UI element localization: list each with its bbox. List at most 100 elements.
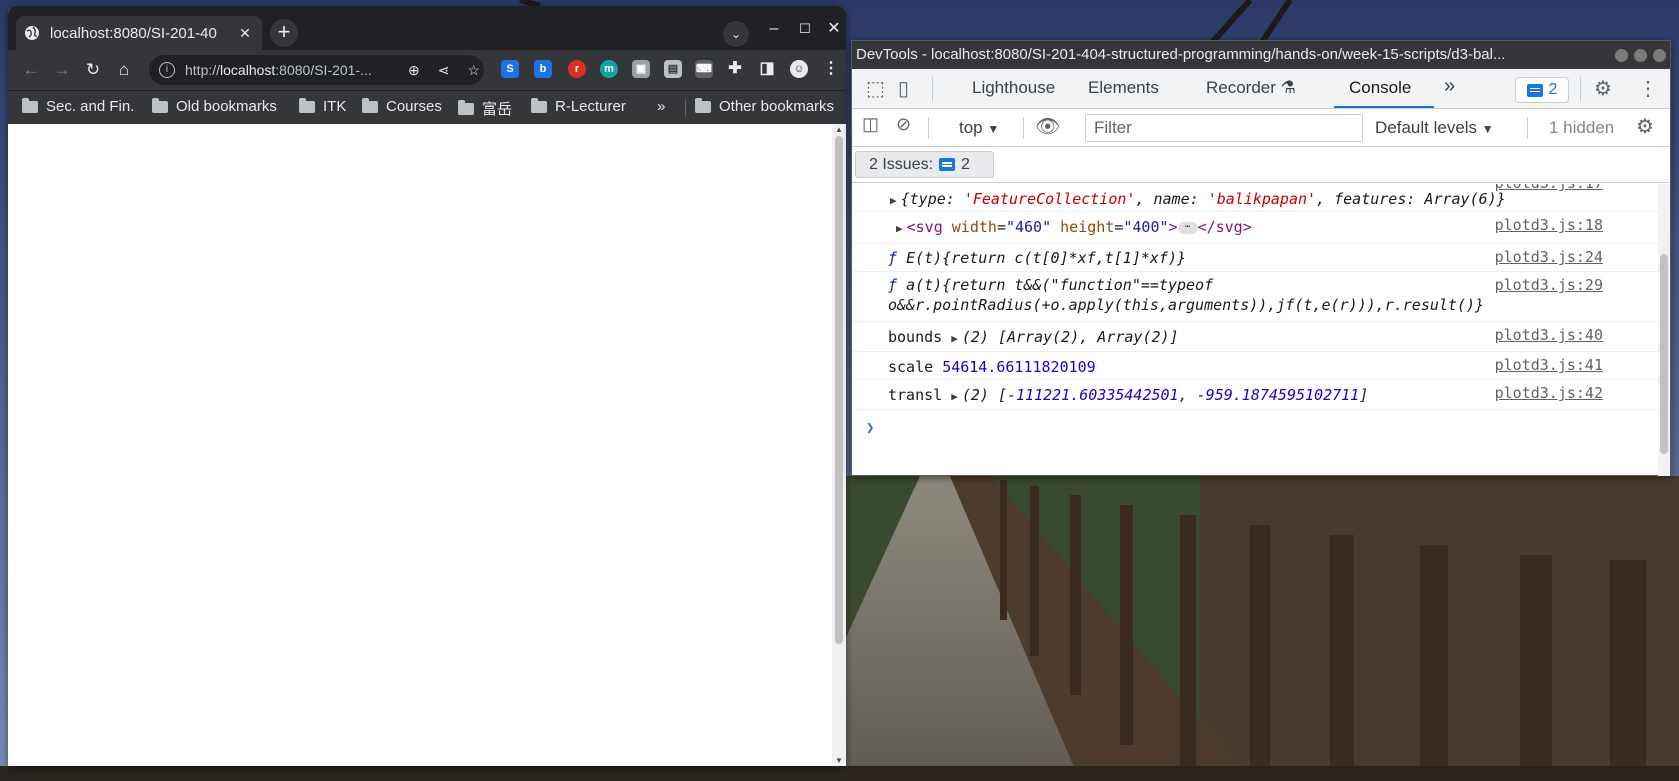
bookmarks-bar: Sec. and Fin. Old bookmarks ITK Courses …: [8, 90, 846, 124]
forward-icon[interactable]: →: [49, 57, 75, 83]
console-message: scale 54614.66111820109 plotd3.js:41: [852, 352, 1660, 380]
extension-m-icon[interactable]: m: [600, 60, 618, 78]
log-function-continued: o&&r.pointRadius(+o.apply(this,arguments…: [888, 296, 1485, 314]
extensions-puzzle-icon[interactable]: ✚: [726, 60, 744, 78]
home-icon[interactable]: ⌂: [111, 57, 137, 83]
tab-console[interactable]: Console: [1349, 78, 1411, 98]
live-expression-eye-icon[interactable]: 👁: [1035, 114, 1060, 139]
extension-doc-icon[interactable]: ▤: [664, 60, 682, 78]
message-icon: [1526, 83, 1543, 97]
show-sidebar-icon[interactable]: ◫: [862, 114, 879, 135]
console-toolbar: ◫ ⊘ top ▼ 👁 Filter Default levels ▼ 1 hi…: [852, 109, 1670, 147]
close-window-icon[interactable]: ✕: [821, 16, 846, 42]
customize-kebab-icon[interactable]: ⋮: [1638, 76, 1658, 101]
flask-icon: ⚗: [1280, 78, 1296, 97]
expand-triangle-icon[interactable]: ▶: [890, 194, 897, 207]
hidden-count: 1 hidden: [1549, 118, 1615, 137]
site-info-icon[interactable]: i: [159, 62, 175, 78]
scrollbar-thumb[interactable]: [835, 136, 843, 644]
settings-gear-icon[interactable]: ⚙: [1594, 76, 1612, 101]
bookmarks-overflow-button[interactable]: »: [657, 98, 665, 115]
log-function[interactable]: ƒ E(t){return c(t[0]*xf,t[1]*xf)}: [888, 249, 1186, 267]
bookmark-star-icon[interactable]: ☆: [467, 62, 480, 79]
minimize-icon[interactable]: –: [761, 16, 787, 42]
bookmark-folder[interactable]: Old bookmarks: [152, 97, 277, 115]
console-settings-gear-icon[interactable]: ⚙: [1636, 114, 1654, 139]
console-message: ƒ E(t){return c(t[0]*xf,t[1]*xf)} plotd3…: [852, 244, 1660, 272]
filter-input[interactable]: Filter: [1085, 114, 1363, 142]
expand-triangle-icon[interactable]: ▶: [951, 332, 958, 345]
page-content: ▲ ▼: [8, 124, 846, 766]
log-element[interactable]: ▶ <svg width="460" height="400"> ⋯ </svg>: [896, 218, 1252, 236]
tab-search-icon[interactable]: ⌄: [723, 21, 749, 47]
log-bounds[interactable]: bounds ▶ (2) [Array(2), Array(2)]: [888, 328, 1179, 346]
page-scrollbar[interactable]: ▲ ▼: [832, 124, 846, 766]
inspect-element-icon[interactable]: ⬚: [866, 76, 885, 101]
close-tab-icon[interactable]: ✕: [236, 25, 254, 42]
share-icon[interactable]: ⋖: [438, 62, 450, 79]
more-tabs-button[interactable]: »: [1444, 75, 1455, 98]
folder-icon: [362, 97, 378, 113]
maximize-icon[interactable]: ☐: [792, 16, 818, 42]
scroll-down-arrow[interactable]: ▼: [834, 756, 844, 765]
scroll-up-arrow[interactable]: ▲: [834, 125, 844, 134]
log-levels-dropdown[interactable]: Default levels ▼: [1375, 118, 1494, 138]
context-selector[interactable]: top ▼: [959, 118, 999, 138]
menu-kebab-icon[interactable]: ⋮: [822, 60, 840, 78]
extension-image-icon[interactable]: ▣: [632, 60, 650, 78]
dropdown-arrow-icon: ▼: [987, 122, 1000, 136]
tab-recorder[interactable]: Recorder ⚗: [1206, 78, 1296, 98]
reload-icon[interactable]: ↻: [80, 57, 106, 83]
console-prompt-icon[interactable]: ❯: [866, 420, 874, 436]
extension-b-icon[interactable]: b: [534, 60, 552, 78]
log-transl[interactable]: transl ▶ (2) [-111221.60335442501, -959.1…: [888, 386, 1368, 404]
address-bar[interactable]: i http://localhost:8080/SI-201-... ⊕ ⋖ ☆: [149, 55, 484, 85]
console-message: bounds ▶ (2) [Array(2), Array(2)] plotd3.…: [852, 322, 1660, 352]
dropdown-arrow-icon: ▼: [1481, 122, 1494, 136]
other-bookmarks-folder[interactable]: Other bookmarks: [695, 97, 834, 115]
bookmark-folder[interactable]: R-Lecturer: [531, 97, 626, 115]
source-link[interactable]: plotd3.js:40: [1495, 326, 1603, 344]
tab-elements[interactable]: Elements: [1088, 78, 1159, 98]
issues-bar: 2 Issues: 2: [852, 147, 1670, 183]
profile-avatar[interactable]: ☺: [790, 60, 808, 78]
source-link[interactable]: plotd3.js:29: [1495, 276, 1603, 294]
source-link[interactable]: plotd3.js:42: [1495, 384, 1603, 402]
expand-triangle-icon[interactable]: ▶: [896, 222, 903, 235]
zoom-icon[interactable]: ⊕: [408, 62, 420, 79]
tab-title: localhost:8080/SI-201-40: [50, 24, 217, 42]
extension-red-icon[interactable]: r: [568, 60, 586, 78]
browser-tab[interactable]: localhost:8080/SI-201-40 ✕: [16, 16, 262, 50]
console-scrollbar[interactable]: [1658, 184, 1670, 476]
expand-triangle-icon[interactable]: ▶: [951, 390, 958, 403]
log-function[interactable]: ƒ a(t){return t&&("function"==typeof: [888, 276, 1213, 294]
toolbar-divider: [1023, 117, 1024, 139]
bookmark-folder[interactable]: Sec. and Fin.: [22, 97, 134, 115]
scrollbar-thumb[interactable]: [1660, 254, 1668, 454]
log-scale: scale 54614.66111820109: [888, 358, 1096, 376]
toolbar-divider: [932, 77, 933, 101]
side-panel-icon[interactable]: ◨: [758, 60, 776, 78]
extension-keyboard-icon[interactable]: ⌨: [695, 60, 713, 78]
ellipsis-icon[interactable]: ⋯: [1177, 221, 1198, 234]
bookmark-folder[interactable]: 富岳: [458, 98, 512, 119]
minimize-icon[interactable]: [1615, 49, 1628, 62]
maximize-icon[interactable]: [1634, 49, 1647, 62]
device-toolbar-icon[interactable]: ▯: [898, 76, 909, 101]
source-link[interactable]: plotd3.js:17: [1495, 184, 1603, 192]
log-object[interactable]: ▶ {type: 'FeatureCollection', name: 'bali…: [890, 190, 1506, 208]
source-link[interactable]: plotd3.js:18: [1495, 216, 1603, 234]
devtools-title: DevTools - localhost:8080/SI-201-404-str…: [856, 46, 1506, 63]
source-link[interactable]: plotd3.js:41: [1495, 356, 1603, 374]
extension-s-icon[interactable]: S: [501, 60, 519, 78]
issues-button[interactable]: 2 Issues: 2: [855, 151, 994, 178]
tab-lighthouse[interactable]: Lighthouse: [972, 78, 1055, 98]
issues-counter-button[interactable]: 2: [1515, 77, 1569, 103]
bookmark-folder[interactable]: Courses: [362, 97, 442, 115]
bookmark-folder[interactable]: ITK: [299, 97, 346, 115]
close-window-icon[interactable]: [1653, 49, 1666, 62]
source-link[interactable]: plotd3.js:24: [1495, 248, 1603, 266]
back-icon[interactable]: ←: [18, 57, 44, 83]
new-tab-button[interactable]: +: [270, 19, 298, 47]
clear-console-icon[interactable]: ⊘: [896, 114, 911, 135]
